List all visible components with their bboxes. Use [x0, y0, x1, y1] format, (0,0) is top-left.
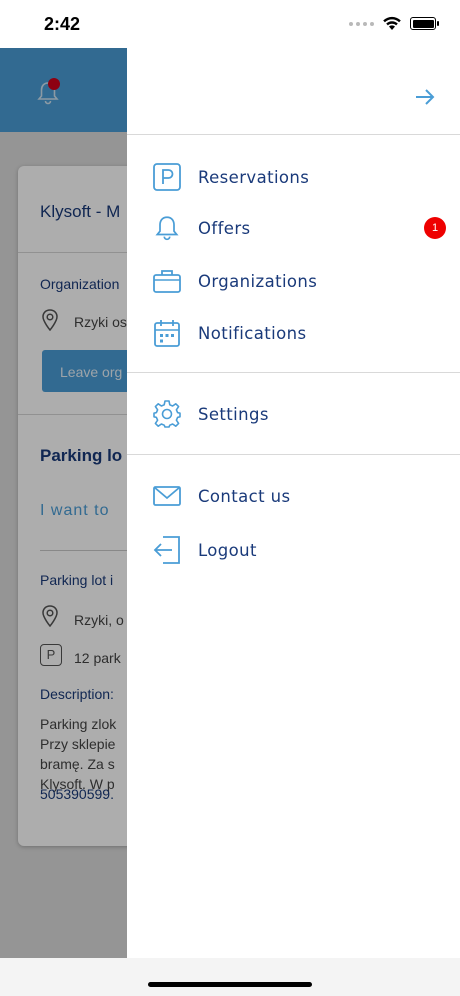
divider — [127, 372, 460, 373]
status-time: 2:42 — [44, 14, 81, 34]
status-icons — [349, 16, 439, 31]
divider — [127, 454, 460, 455]
menu-label: Notifications — [198, 323, 307, 343]
menu-item-notifications[interactable]: Notifications — [127, 310, 460, 356]
bottom-bar — [0, 958, 460, 996]
parking-icon — [151, 161, 183, 193]
cellular-signal-icon — [349, 21, 374, 26]
menu-label: Contact us — [198, 486, 291, 506]
arrow-right-icon[interactable] — [412, 84, 438, 110]
battery-icon — [410, 17, 439, 30]
envelope-icon — [151, 480, 183, 512]
home-indicator[interactable] — [148, 982, 312, 987]
bell-icon — [151, 212, 183, 244]
drawer-scrim[interactable] — [0, 48, 127, 958]
gear-icon — [151, 398, 183, 430]
menu-label: Offers — [198, 218, 251, 238]
menu-item-contact-us[interactable]: Contact us — [127, 473, 460, 519]
wifi-icon — [383, 16, 401, 30]
menu-label: Organizations — [198, 271, 318, 291]
status-bar: 2:42 — [0, 0, 460, 48]
menu-label: Reservations — [198, 167, 310, 187]
menu-item-organizations[interactable]: Organizations — [127, 258, 460, 304]
menu-item-settings[interactable]: Settings — [127, 391, 460, 437]
offers-badge: 1 — [424, 217, 446, 239]
menu-item-reservations[interactable]: Reservations — [127, 154, 460, 200]
menu-label: Settings — [198, 404, 269, 424]
menu-item-offers[interactable]: Offers 1 — [127, 205, 460, 251]
menu-label: Logout — [198, 540, 257, 560]
divider — [127, 134, 460, 135]
calendar-icon — [151, 317, 183, 349]
navigation-drawer: Reservations Offers 1 Organizations Noti… — [127, 48, 460, 958]
briefcase-icon — [151, 265, 183, 297]
logout-icon — [151, 534, 183, 566]
menu-item-logout[interactable]: Logout — [127, 527, 460, 573]
